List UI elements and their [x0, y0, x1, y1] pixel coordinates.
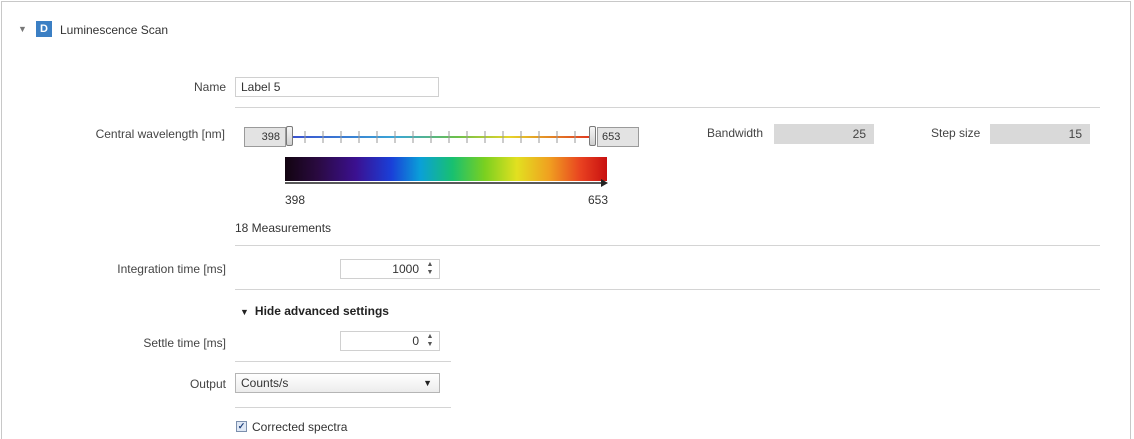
- spin-arrows-icon[interactable]: ▲ ▼: [425, 261, 435, 277]
- advanced-settings-toggle[interactable]: ▼ Hide advanced settings: [240, 304, 389, 318]
- settle-time-label: Settle time [ms]: [143, 336, 226, 350]
- dropdown-arrow-icon: ▼: [423, 378, 432, 388]
- divider: [235, 361, 451, 362]
- divider: [235, 407, 451, 408]
- bandwidth-label: Bandwidth: [707, 126, 764, 140]
- name-input[interactable]: Label 5: [235, 77, 439, 97]
- corrected-spectra-label: Corrected spectra: [252, 420, 348, 434]
- bandwidth-field[interactable]: 25: [774, 124, 874, 144]
- settle-time-spinner[interactable]: 0 ▲ ▼: [340, 331, 440, 351]
- checkmark-icon: ✓: [237, 421, 246, 431]
- slider-max-thumb[interactable]: [589, 126, 596, 146]
- wavelength-range-slider[interactable]: [283, 122, 603, 152]
- slider-track: [289, 136, 595, 138]
- wavelength-label: Central wavelength [nm]: [95, 127, 225, 141]
- integration-time-value: 1000: [392, 262, 419, 276]
- divider: [235, 245, 1100, 246]
- output-select[interactable]: Counts/s ▼: [235, 373, 440, 393]
- settle-time-value: 0: [412, 334, 419, 348]
- wavelength-max-field[interactable]: 653: [597, 127, 639, 147]
- divider: [235, 107, 1100, 108]
- spectrum-start-label: 398: [285, 193, 306, 207]
- output-label: Output: [189, 377, 226, 391]
- divider: [235, 289, 1100, 290]
- integration-time-spinner[interactable]: 1000 ▲ ▼: [340, 259, 440, 279]
- name-label: Name: [193, 80, 226, 94]
- wavelength-min-field[interactable]: 398: [244, 127, 286, 147]
- spectrum-end-label: 653: [588, 193, 609, 207]
- measurements-count: 18 Measurements: [235, 221, 332, 235]
- panel-frame: [1, 1, 1131, 439]
- integration-time-label: Integration time [ms]: [117, 262, 226, 276]
- step-size-label: Step size: [931, 126, 981, 140]
- step-badge: D: [36, 21, 52, 37]
- corrected-spectra-checkbox[interactable]: ✓: [236, 421, 247, 432]
- spin-arrows-icon[interactable]: ▲ ▼: [425, 333, 435, 349]
- step-size-field[interactable]: 15: [990, 124, 1090, 144]
- spectrum-axis: [285, 179, 608, 187]
- collapse-toggle-icon[interactable]: ▼: [18, 24, 27, 34]
- panel-title: Luminescence Scan: [60, 23, 169, 37]
- output-selected-value: Counts/s: [241, 376, 289, 390]
- advanced-settings-label: Hide advanced settings: [254, 304, 389, 318]
- triangle-down-icon: ▼: [240, 307, 249, 317]
- slider-min-thumb[interactable]: [286, 126, 293, 146]
